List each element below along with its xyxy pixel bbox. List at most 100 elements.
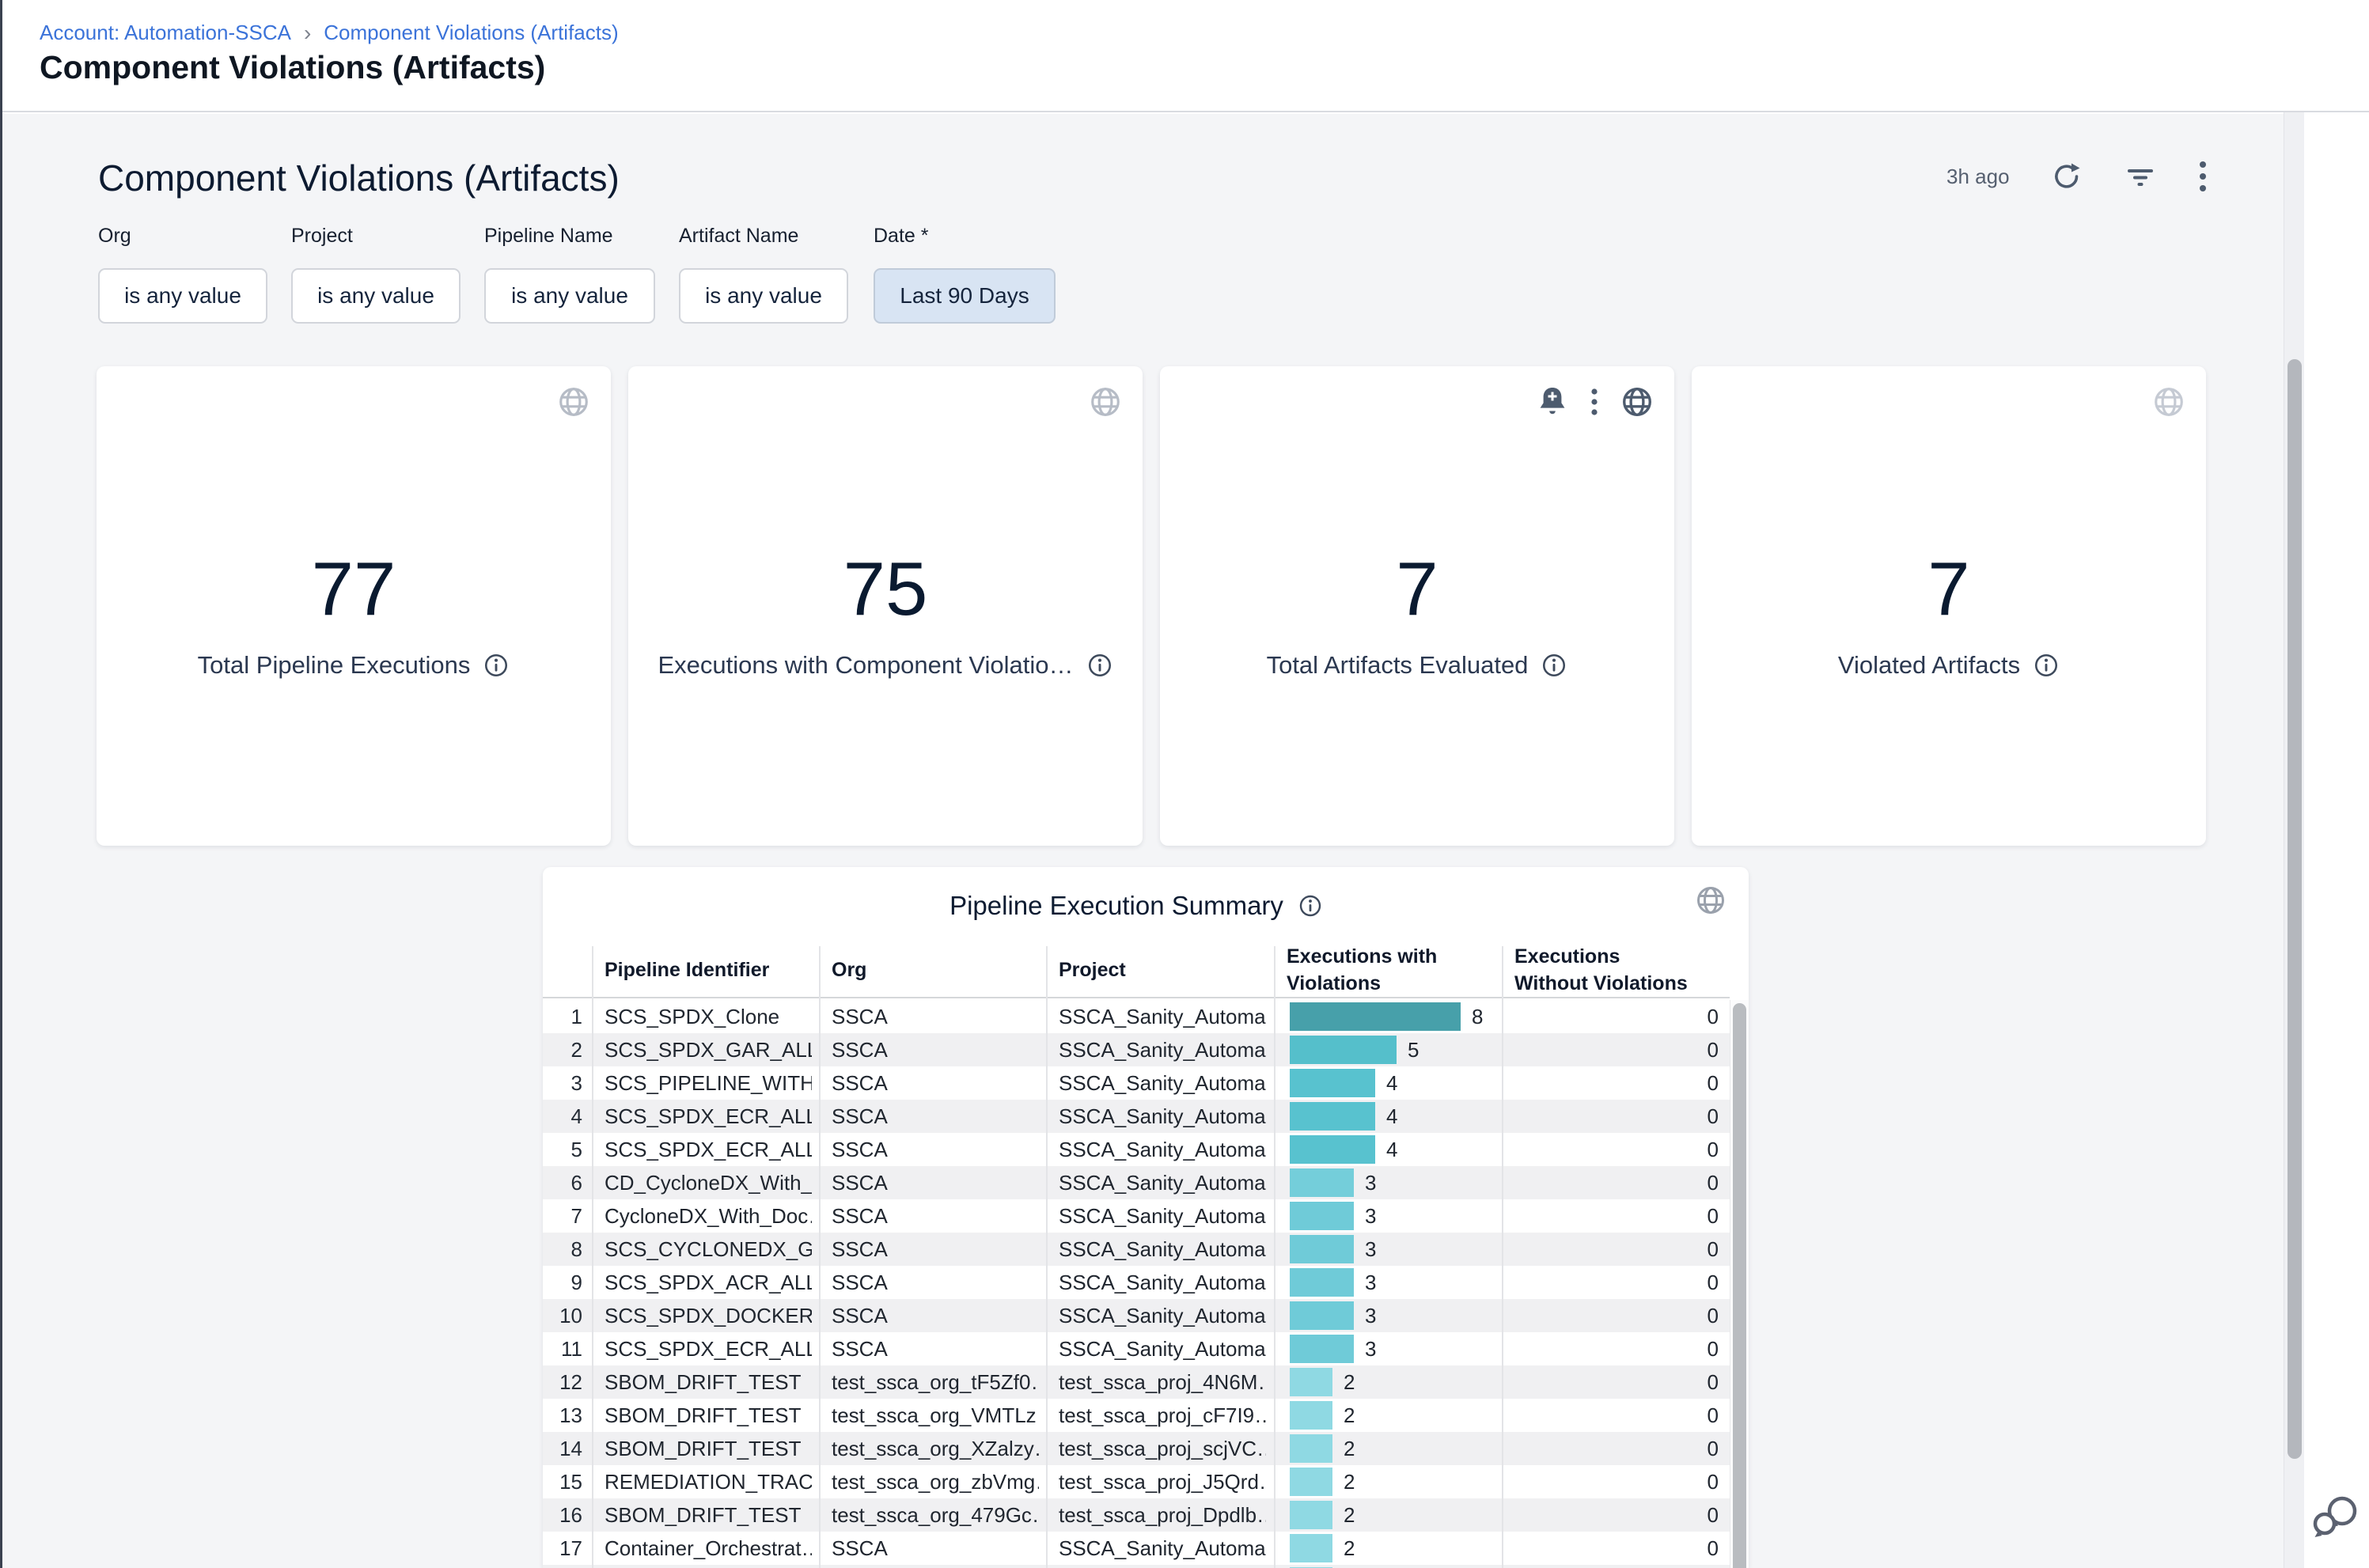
- org-cell: SSCA: [832, 1033, 1039, 1066]
- without-violations-count: 0: [1502, 1465, 1719, 1498]
- globe-icon[interactable]: [2152, 385, 2185, 419]
- project-cell: test_ssca_proj_scjVC…: [1059, 1432, 1266, 1465]
- breadcrumb-account-link[interactable]: Account: Automation-SSCA: [40, 21, 291, 45]
- filter-pipeline-name-value[interactable]: is any value: [484, 268, 655, 324]
- table-row[interactable]: 10SCS_SPDX_DOCKER_…SSCASSCA_Sanity_Autom…: [543, 1299, 1730, 1332]
- table-row[interactable]: 11SCS_SPDX_ECR_ALL_…SSCASSCA_Sanity_Auto…: [543, 1332, 1730, 1365]
- filter-pipeline-name-label: Pipeline Name: [484, 225, 655, 248]
- without-violations-count: 0: [1502, 1299, 1719, 1332]
- table-row[interactable]: 7CycloneDX_With_Doc…SSCASSCA_Sanity_Auto…: [543, 1199, 1730, 1233]
- pipeline-identifier-cell: SCS_SPDX_ACR_ALL…: [605, 1266, 812, 1299]
- pipeline-identifier-cell: SCS_SPDX_ECR_ALL_…: [605, 1100, 812, 1133]
- column-header-executions-with-violations[interactable]: Executions with Violations: [1287, 941, 1453, 998]
- filter-org-value[interactable]: is any value: [98, 268, 267, 324]
- table-row[interactable]: 8SCS_CYCLONEDX_GA…SSCASSCA_Sanity_Automa…: [543, 1233, 1730, 1266]
- globe-icon[interactable]: [1695, 884, 1727, 916]
- row-index: 5: [543, 1133, 582, 1166]
- violations-count: 3: [1365, 1166, 1376, 1199]
- row-index: 16: [543, 1498, 582, 1532]
- alert-bell-icon[interactable]: [1537, 385, 1568, 419]
- row-index: 12: [543, 1365, 582, 1399]
- filter-artifact-name-value[interactable]: is any value: [679, 268, 848, 324]
- org-cell: SSCA: [832, 1199, 1039, 1233]
- globe-icon[interactable]: [1620, 385, 1654, 419]
- without-violations-count: 0: [1502, 1066, 1719, 1100]
- table-row[interactable]: [543, 1565, 1730, 1568]
- pipeline-identifier-cell: SCS_PIPELINE_WITH…: [605, 1066, 812, 1100]
- dashboard-menu-button[interactable]: [2198, 160, 2208, 193]
- violations-count: 5: [1408, 1033, 1419, 1066]
- org-cell: SSCA: [832, 1266, 1039, 1299]
- pipeline-identifier-cell: SBOM_DRIFT_TEST: [605, 1365, 812, 1399]
- column-divider: [592, 946, 593, 1568]
- violations-bar: [1290, 1168, 1354, 1197]
- org-cell: test_ssca_org_VMTLz…: [832, 1399, 1039, 1432]
- filter-button[interactable]: [2125, 161, 2156, 192]
- page-scrollbar-thumb[interactable]: [2288, 359, 2302, 1459]
- table-row[interactable]: 16SBOM_DRIFT_TESTtest_ssca_org_479Gc…tes…: [543, 1498, 1730, 1532]
- filter-org: Org is any value: [98, 225, 267, 324]
- globe-icon[interactable]: [1089, 385, 1122, 419]
- violations-bar: [1290, 1501, 1332, 1529]
- refresh-button[interactable]: [2051, 161, 2083, 192]
- project-cell: test_ssca_proj_Dpdlb…: [1059, 1498, 1266, 1532]
- project-cell: SSCA_Sanity_Automa…: [1059, 1532, 1266, 1565]
- kebab-menu-icon: [2198, 160, 2208, 193]
- table-row[interactable]: 5SCS_SPDX_ECR_ALL_…SSCASSCA_Sanity_Autom…: [543, 1133, 1730, 1166]
- dashboard-title: Component Violations (Artifacts): [98, 157, 620, 199]
- row-index: 9: [543, 1266, 582, 1299]
- breadcrumb-page-link[interactable]: Component Violations (Artifacts): [324, 21, 618, 45]
- without-violations-count: 0: [1502, 1233, 1719, 1266]
- pipeline-identifier-cell: SBOM_DRIFT_TEST: [605, 1399, 812, 1432]
- filter-date-value[interactable]: Last 90 Days: [874, 268, 1056, 324]
- table-row[interactable]: 3SCS_PIPELINE_WITH…SSCASSCA_Sanity_Autom…: [543, 1066, 1730, 1100]
- column-header-executions-without-violations[interactable]: Executions Without Violations: [1514, 941, 1696, 998]
- violations-count: 3: [1365, 1332, 1376, 1365]
- table-row[interactable]: 17Container_Orchestrat…SSCASSCA_Sanity_A…: [543, 1532, 1730, 1565]
- info-icon[interactable]: [483, 652, 510, 679]
- without-violations-count: 0: [1502, 1266, 1719, 1299]
- table-row[interactable]: 15REMEDIATION_TRAC…test_ssca_org_zbVmg…t…: [543, 1465, 1730, 1498]
- violations-count: 2: [1344, 1532, 1355, 1565]
- info-icon[interactable]: [2033, 652, 2060, 679]
- violations-count: 2: [1344, 1399, 1355, 1432]
- stat-label: Total Artifacts Evaluated: [1267, 651, 1529, 680]
- org-cell: SSCA: [832, 1000, 1039, 1033]
- support-chat-button[interactable]: [2310, 1492, 2363, 1544]
- table-scrollbar-thumb[interactable]: [1733, 1003, 1746, 1568]
- card-total-artifacts-evaluated: 7 Total Artifacts Evaluated: [1160, 366, 1674, 846]
- table-row[interactable]: 9 SCS_SPDX_ACR_ALL… SSCA SSCA_Sanity_Automa…: [543, 1266, 1730, 1299]
- table-row[interactable]: 13SBOM_DRIFT_TESTtest_ssca_org_VMTLz…tes…: [543, 1399, 1730, 1432]
- row-index: 11: [543, 1332, 582, 1365]
- column-header-org[interactable]: Org: [832, 941, 1037, 998]
- table-row[interactable]: 12SBOM_DRIFT_TESTtest_ssca_org_tF5Zf0…te…: [543, 1365, 1730, 1399]
- dashboard-toolbar: 3h ago: [1946, 160, 2208, 193]
- project-cell: SSCA_Sanity_Automa…: [1059, 1266, 1266, 1299]
- column-header-pipeline-identifier[interactable]: Pipeline Identifier: [605, 941, 810, 998]
- info-icon[interactable]: [1298, 893, 1323, 918]
- table-row[interactable]: 4SCS_SPDX_ECR_ALL_…SSCASSCA_Sanity_Autom…: [543, 1100, 1730, 1133]
- breadcrumb-separator: ›: [304, 23, 311, 44]
- table-row[interactable]: 2SCS_SPDX_GAR_ALL…SSCASSCA_Sanity_Automa…: [543, 1033, 1730, 1066]
- globe-icon[interactable]: [557, 385, 590, 419]
- column-header-project[interactable]: Project: [1059, 941, 1264, 998]
- card-executions-with-violations: 75 Executions with Component Violatio…: [628, 366, 1143, 846]
- tile-menu-icon[interactable]: [1590, 388, 1598, 416]
- row-index: 6: [543, 1166, 582, 1199]
- info-icon[interactable]: [1086, 652, 1113, 679]
- project-cell: SSCA_Sanity_Automa…: [1059, 1299, 1266, 1332]
- table-title: Pipeline Execution Summary: [949, 891, 1283, 921]
- refresh-icon: [2051, 161, 2083, 192]
- org-cell: SSCA: [832, 1299, 1039, 1332]
- table-row[interactable]: 14SBOM_DRIFT_TESTtest_ssca_org_XZalzy…te…: [543, 1432, 1730, 1465]
- info-icon[interactable]: [1541, 652, 1567, 679]
- card-violated-artifacts: 7 Violated Artifacts: [1692, 366, 2206, 846]
- table-header: Pipeline Identifier Org Project Executio…: [543, 941, 1730, 998]
- filter-org-label: Org: [98, 225, 267, 248]
- pipeline-identifier-cell: SCS_SPDX_DOCKER_…: [605, 1299, 812, 1332]
- without-violations-count: 0: [1502, 1199, 1719, 1233]
- table-row[interactable]: 1SCS_SPDX_CloneSSCASSCA_Sanity_Automa…80: [543, 1000, 1730, 1033]
- table-row[interactable]: 6CD_CycloneDX_With_…SSCASSCA_Sanity_Auto…: [543, 1166, 1730, 1199]
- filter-project-value[interactable]: is any value: [291, 268, 461, 324]
- violations-bar: [1290, 1268, 1354, 1297]
